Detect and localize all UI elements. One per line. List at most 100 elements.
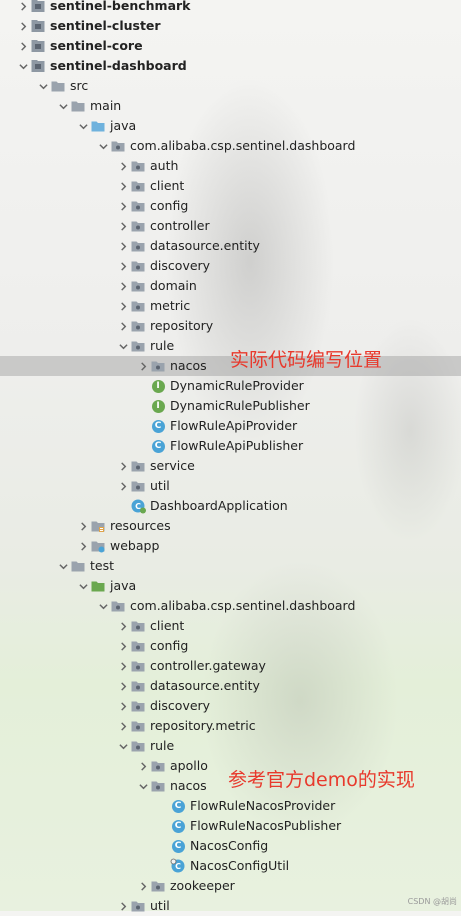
collapse-arrow-icon[interactable] <box>76 536 90 556</box>
tree-node-test[interactable]: test <box>0 556 461 576</box>
expand-arrow-icon[interactable] <box>56 556 70 576</box>
collapse-arrow-icon[interactable] <box>136 356 150 376</box>
tree-node-config[interactable]: config <box>0 196 461 216</box>
tree-node-flowrulenacosprovider[interactable]: C FlowRuleNacosProvider <box>0 796 461 816</box>
tree-node-flowruleapiprovider[interactable]: C FlowRuleApiProvider <box>0 416 461 436</box>
arrow-placeholder <box>116 496 130 516</box>
collapse-arrow-icon[interactable] <box>116 616 130 636</box>
tree-node-java[interactable]: java <box>0 116 461 136</box>
tree-node-label: discovery <box>150 258 211 273</box>
tree-node-label: config <box>150 198 189 213</box>
collapse-arrow-icon[interactable] <box>116 256 130 276</box>
tree-node-datasource-entity[interactable]: datasource.entity <box>0 236 461 256</box>
tree-node-client[interactable]: client <box>0 176 461 196</box>
tree-node-sentinel-benchmark[interactable]: sentinel-benchmark <box>0 0 461 16</box>
expand-arrow-icon[interactable] <box>116 336 130 356</box>
tree-node-flowrulenacospublisher[interactable]: C FlowRuleNacosPublisher <box>0 816 461 836</box>
expand-arrow-icon[interactable] <box>96 596 110 616</box>
expand-arrow-icon[interactable] <box>16 56 30 76</box>
tree-node-repository[interactable]: repository <box>0 316 461 336</box>
tree-node-client[interactable]: client <box>0 616 461 636</box>
tree-node-config[interactable]: config <box>0 636 461 656</box>
collapse-arrow-icon[interactable] <box>116 636 130 656</box>
collapse-arrow-icon[interactable] <box>116 216 130 236</box>
package-icon <box>130 698 146 714</box>
tree-node-main[interactable]: main <box>0 96 461 116</box>
tree-node-dynamicruleprovider[interactable]: I DynamicRuleProvider <box>0 376 461 396</box>
expand-arrow-icon[interactable] <box>76 576 90 596</box>
tree-node-util[interactable]: util <box>0 896 461 916</box>
collapse-arrow-icon[interactable] <box>116 676 130 696</box>
tree-node-rule[interactable]: rule <box>0 736 461 756</box>
tree-node-controller-gateway[interactable]: controller.gateway <box>0 656 461 676</box>
collapse-arrow-icon[interactable] <box>116 476 130 496</box>
tree-node-dynamicrulepublisher[interactable]: I DynamicRulePublisher <box>0 396 461 416</box>
collapse-arrow-icon[interactable] <box>116 156 130 176</box>
expand-arrow-icon[interactable] <box>116 736 130 756</box>
expand-arrow-icon[interactable] <box>36 76 50 96</box>
tree-node-repository-metric[interactable]: repository.metric <box>0 716 461 736</box>
collapse-arrow-icon[interactable] <box>16 36 30 56</box>
collapse-arrow-icon[interactable] <box>116 316 130 336</box>
collapse-arrow-icon[interactable] <box>16 16 30 36</box>
expand-arrow-icon[interactable] <box>76 116 90 136</box>
arrow-placeholder <box>136 416 150 436</box>
collapse-arrow-icon[interactable] <box>116 716 130 736</box>
tree-node-discovery[interactable]: discovery <box>0 696 461 716</box>
tree-node-metric[interactable]: metric <box>0 296 461 316</box>
collapse-arrow-icon[interactable] <box>116 236 130 256</box>
tree-node-nacosconfigutil[interactable]: C NacosConfigUtil <box>0 856 461 876</box>
tree-node-label: nacos <box>170 778 207 793</box>
collapse-arrow-icon[interactable] <box>136 876 150 896</box>
expand-arrow-icon[interactable] <box>96 136 110 156</box>
tree-node-zookeeper[interactable]: zookeeper <box>0 876 461 896</box>
tree-node-label: FlowRuleNacosProvider <box>190 798 336 813</box>
tree-node-controller[interactable]: controller <box>0 216 461 236</box>
tree-node-label: DynamicRuleProvider <box>170 378 304 393</box>
tree-node-label: java <box>110 118 137 133</box>
tree-node-label: DashboardApplication <box>150 498 288 513</box>
collapse-arrow-icon[interactable] <box>116 276 130 296</box>
tree-node-label: DynamicRulePublisher <box>170 398 310 413</box>
collapse-arrow-icon[interactable] <box>116 656 130 676</box>
tree-node-util[interactable]: util <box>0 476 461 496</box>
tree-node-com-alibaba-csp-sentinel-dashboard[interactable]: com.alibaba.csp.sentinel.dashboard <box>0 136 461 156</box>
collapse-arrow-icon[interactable] <box>116 456 130 476</box>
tree-node-domain[interactable]: domain <box>0 276 461 296</box>
class-icon: C <box>170 818 186 834</box>
tree-node-src[interactable]: src <box>0 76 461 96</box>
tree-node-webapp[interactable]: webapp <box>0 536 461 556</box>
tree-node-service[interactable]: service <box>0 456 461 476</box>
arrow-placeholder <box>136 396 150 416</box>
folder-icon <box>70 558 86 574</box>
test-folder-icon <box>90 578 106 594</box>
expand-arrow-icon[interactable] <box>56 96 70 116</box>
package-icon <box>150 778 166 794</box>
resources-folder-icon <box>90 518 106 534</box>
tree-node-sentinel-core[interactable]: sentinel-core <box>0 36 461 56</box>
collapse-arrow-icon[interactable] <box>116 196 130 216</box>
collapse-arrow-icon[interactable] <box>116 696 130 716</box>
collapse-arrow-icon[interactable] <box>116 296 130 316</box>
tree-node-nacosconfig[interactable]: C NacosConfig <box>0 836 461 856</box>
tree-node-discovery[interactable]: discovery <box>0 256 461 276</box>
collapse-arrow-icon[interactable] <box>116 176 130 196</box>
collapse-arrow-icon[interactable] <box>116 896 130 916</box>
tree-node-java[interactable]: java <box>0 576 461 596</box>
tree-node-flowruleapipublisher[interactable]: C FlowRuleApiPublisher <box>0 436 461 456</box>
collapse-arrow-icon[interactable] <box>136 756 150 776</box>
tree-node-datasource-entity[interactable]: datasource.entity <box>0 676 461 696</box>
package-icon <box>130 318 146 334</box>
expand-arrow-icon[interactable] <box>136 776 150 796</box>
tree-node-sentinel-cluster[interactable]: sentinel-cluster <box>0 16 461 36</box>
tree-node-label: FlowRuleApiPublisher <box>170 438 304 453</box>
tree-node-sentinel-dashboard[interactable]: sentinel-dashboard <box>0 56 461 76</box>
tree-node-resources[interactable]: resources <box>0 516 461 536</box>
tree-node-auth[interactable]: auth <box>0 156 461 176</box>
tree-node-label: controller <box>150 218 210 233</box>
tree-node-dashboardapplication[interactable]: C DashboardApplication <box>0 496 461 516</box>
tree-node-com-alibaba-csp-sentinel-dashboard[interactable]: com.alibaba.csp.sentinel.dashboard <box>0 596 461 616</box>
collapse-arrow-icon[interactable] <box>16 0 30 16</box>
tree-node-label: com.alibaba.csp.sentinel.dashboard <box>130 598 356 613</box>
collapse-arrow-icon[interactable] <box>76 516 90 536</box>
